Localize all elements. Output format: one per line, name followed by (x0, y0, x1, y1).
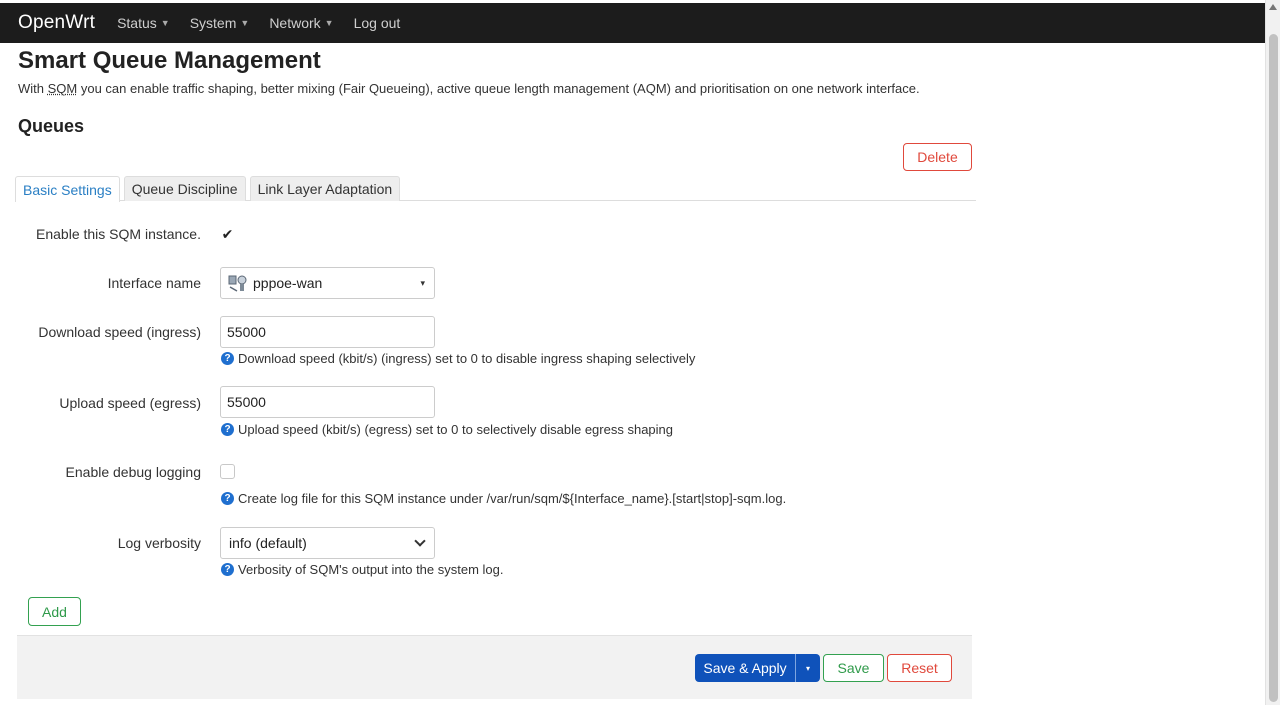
upload-help-text: Upload speed (kbit/s) (egress) set to 0 … (238, 422, 673, 437)
add-button[interactable]: Add (28, 597, 81, 626)
logout-label: Log out (353, 15, 401, 31)
menu-status[interactable]: Status ▼ (117, 15, 170, 31)
interface-value: pppoe-wan (253, 275, 323, 291)
help-icon: ? (221, 563, 234, 576)
menu-system[interactable]: System ▼ (190, 15, 250, 31)
verbosity-label: Log verbosity (117, 535, 201, 551)
tab-link-layer-adaptation[interactable]: Link Layer Adaptation (249, 176, 401, 201)
reset-button[interactable]: Reset (887, 654, 952, 682)
menu-network-label: Network (269, 15, 321, 31)
interface-select[interactable]: pppoe-wan ▾ (220, 267, 435, 299)
scroll-up-arrow-icon[interactable] (1269, 4, 1277, 10)
help-icon: ? (221, 492, 234, 505)
interface-label: Interface name (107, 275, 201, 291)
enable-checkbox[interactable]: ✔ (220, 226, 235, 242)
brand-logo[interactable]: OpenWrt (18, 12, 95, 34)
page-description: With SQM you can enable traffic shaping,… (18, 81, 920, 96)
verbosity-help: ? Verbosity of SQM's output into the sys… (221, 562, 504, 577)
debug-help-text: Create log file for this SQM instance un… (238, 491, 787, 506)
description-prefix: With (18, 81, 48, 96)
save-apply-button[interactable]: Save & Apply (695, 654, 795, 682)
chevron-down-icon (414, 535, 426, 547)
debug-checkbox[interactable] (220, 464, 235, 479)
top-navbar: OpenWrt Status ▼ System ▼ Network ▼ Log … (0, 3, 1265, 43)
caret-down-icon: ▾ (805, 663, 810, 673)
save-apply-dropdown-toggle[interactable]: ▾ (795, 654, 820, 682)
verbosity-select[interactable]: info (default) (220, 527, 435, 559)
help-icon: ? (221, 423, 234, 436)
download-help-text: Download speed (kbit/s) (ingress) set to… (238, 351, 696, 366)
debug-help: ? Create log file for this SQM instance … (221, 491, 786, 506)
tab-queue-discipline[interactable]: Queue Discipline (123, 176, 246, 201)
section-title: Queues (18, 116, 85, 136)
debug-label: Enable debug logging (65, 464, 201, 480)
save-apply-button-group: Save & Apply ▾ (695, 654, 820, 682)
chevron-down-icon: ▼ (324, 18, 334, 28)
chevron-down-icon: ▼ (160, 18, 170, 28)
tab-bar: Basic Settings Queue Discipline Link Lay… (15, 176, 976, 202)
dropdown-arrow-icon: ▾ (420, 277, 425, 288)
network-interface-icon (227, 274, 249, 292)
upload-help: ? Upload speed (kbit/s) (egress) set to … (221, 422, 673, 437)
menu-network[interactable]: Network ▼ (269, 15, 333, 31)
upload-speed-input[interactable]: 55000 (220, 386, 435, 418)
scroll-thumb[interactable] (1269, 34, 1278, 702)
help-icon: ? (221, 352, 234, 365)
download-speed-input[interactable]: 55000 (220, 316, 435, 348)
download-help: ? Download speed (kbit/s) (ingress) set … (221, 351, 695, 366)
sqm-abbreviation: SQM (47, 81, 78, 96)
verbosity-help-text: Verbosity of SQM's output into the syste… (238, 562, 504, 577)
upload-label: Upload speed (egress) (59, 395, 201, 411)
menu-system-label: System (189, 15, 237, 31)
save-button[interactable]: Save (823, 654, 884, 682)
logout-link[interactable]: Log out (354, 15, 401, 31)
page-scrollbar[interactable] (1265, 0, 1280, 705)
menu-status-label: Status (117, 15, 157, 31)
page-title: Smart Queue Management (18, 47, 321, 74)
tab-basic-settings[interactable]: Basic Settings (15, 176, 120, 202)
description-suffix: you can enable traffic shaping, better m… (77, 81, 920, 96)
chevron-down-icon: ▼ (240, 18, 250, 28)
download-label: Download speed (ingress) (38, 324, 201, 340)
verbosity-value: info (default) (229, 535, 307, 551)
delete-button[interactable]: Delete (903, 143, 972, 171)
enable-label: Enable this SQM instance. (36, 226, 201, 242)
